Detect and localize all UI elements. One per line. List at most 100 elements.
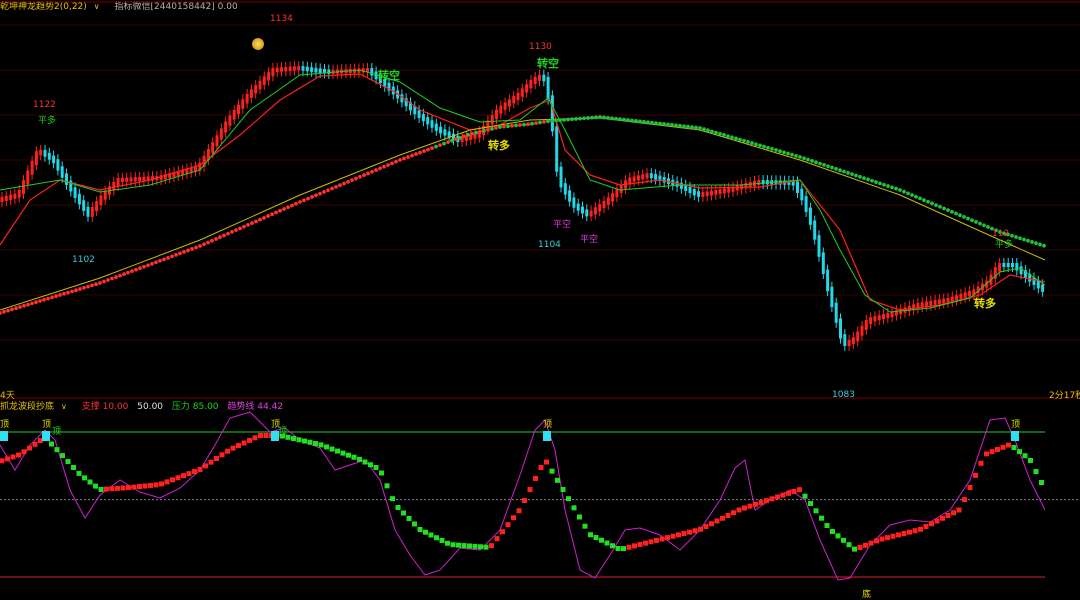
step-bar: [1033, 469, 1039, 474]
step-bar: [472, 543, 478, 549]
step-bar: [296, 437, 302, 443]
step-bar: [439, 538, 445, 543]
step-bar: [230, 445, 236, 451]
price-label-low: 1104: [538, 240, 561, 250]
step-bar: [989, 449, 995, 455]
step-bar: [522, 498, 527, 503]
step-bar: [786, 490, 791, 496]
top-box: [0, 431, 8, 441]
step-bar: [505, 522, 511, 528]
top-mark: 顶: [42, 420, 52, 430]
step-bar: [252, 435, 258, 441]
step-bar: [973, 472, 978, 478]
step-bar: [604, 540, 610, 546]
step-bar: [362, 459, 368, 465]
step-bar: [148, 482, 153, 488]
step-bar: [406, 516, 412, 521]
step-bar: [956, 507, 962, 513]
step-bar: [434, 535, 439, 541]
step-bar: [115, 485, 120, 491]
top-mark: 顶: [543, 420, 553, 430]
step-bar: [940, 515, 945, 521]
step-bar: [753, 501, 758, 507]
step-bar: [428, 532, 434, 538]
step-bar: [93, 483, 98, 489]
signal-ping-kong: 平空: [553, 220, 572, 230]
chevron-down-icon[interactable]: ∨: [61, 400, 67, 414]
step-bar: [494, 536, 500, 542]
step-bar: [225, 448, 230, 454]
step-bar: [978, 460, 984, 466]
step-bar: [907, 529, 912, 535]
step-bar: [445, 540, 450, 546]
step-bar: [736, 507, 742, 513]
step-bar: [181, 473, 186, 479]
step-bar: [318, 442, 324, 448]
signal-zhuan-duo: 转多: [488, 139, 510, 152]
step-bar: [417, 527, 423, 532]
step-bar: [654, 537, 659, 543]
step-bar: [791, 489, 797, 494]
step-bar: [467, 543, 472, 549]
step-bar: [857, 545, 863, 550]
step-bar: [516, 508, 522, 514]
price-label-high: 1122: [33, 100, 56, 110]
signal-ping-kong: 平空: [580, 235, 599, 245]
top-box: [543, 431, 551, 441]
step-bar: [214, 456, 219, 461]
sub-indicator-chart[interactable]: [0, 0, 1080, 599]
step-bar: [1028, 458, 1033, 463]
step-bar: [1039, 480, 1044, 485]
step-bar: [835, 533, 841, 539]
step-bar: [846, 542, 852, 548]
sub-indicator-header: 抓龙波段抄底 ∨ 支撑 10.00 50.00 压力 85.00 趋势线 44.4…: [0, 400, 1080, 414]
step-bar: [263, 433, 269, 438]
step-bar: [54, 447, 60, 453]
step-bar: [901, 531, 907, 536]
step-bar: [170, 477, 175, 483]
top-mark: 顶: [278, 427, 288, 437]
step-bar: [588, 532, 593, 538]
step-bar: [236, 443, 241, 449]
step-bar: [758, 500, 764, 505]
step-bar: [874, 538, 879, 544]
sub-indicator-name[interactable]: 抓龙波段抄底 ∨: [0, 402, 73, 412]
step-bar: [159, 481, 164, 487]
step-bar: [71, 464, 76, 470]
step-bar: [824, 523, 830, 528]
step-bar: [615, 546, 621, 551]
step-bar: [676, 532, 681, 538]
price-label-low: 1102: [72, 255, 95, 265]
step-bar: [533, 476, 538, 481]
step-bar: [560, 487, 566, 492]
step-bar: [450, 542, 456, 548]
step-bar: [808, 501, 813, 506]
step-bar: [10, 454, 16, 460]
step-bar: [593, 535, 599, 540]
step-bar: [5, 456, 10, 462]
step-bar: [153, 482, 159, 488]
step-bar: [489, 543, 494, 549]
signal-zhuan-kong: 转空: [537, 57, 559, 70]
step-bar: [76, 470, 82, 476]
step-bar: [87, 479, 93, 485]
step-bar: [186, 471, 192, 477]
step-bar: [555, 477, 560, 483]
step-bar: [175, 475, 181, 481]
step-bar: [918, 526, 923, 532]
step-bar: [747, 503, 753, 509]
step-bar: [538, 465, 544, 470]
step-bar: [632, 543, 637, 549]
step-bar: [104, 486, 109, 492]
step-bar: [258, 433, 263, 438]
signal-ping-duo: 平多: [995, 240, 1014, 250]
step-bar: [764, 498, 769, 504]
step-bar: [863, 542, 868, 548]
step-bar: [813, 508, 819, 514]
step-bar: [137, 484, 142, 490]
step-bar: [923, 524, 929, 529]
step-bar: [621, 546, 626, 552]
step-bar: [500, 529, 505, 535]
step-bar: [412, 521, 417, 527]
step-bar: [384, 483, 390, 489]
